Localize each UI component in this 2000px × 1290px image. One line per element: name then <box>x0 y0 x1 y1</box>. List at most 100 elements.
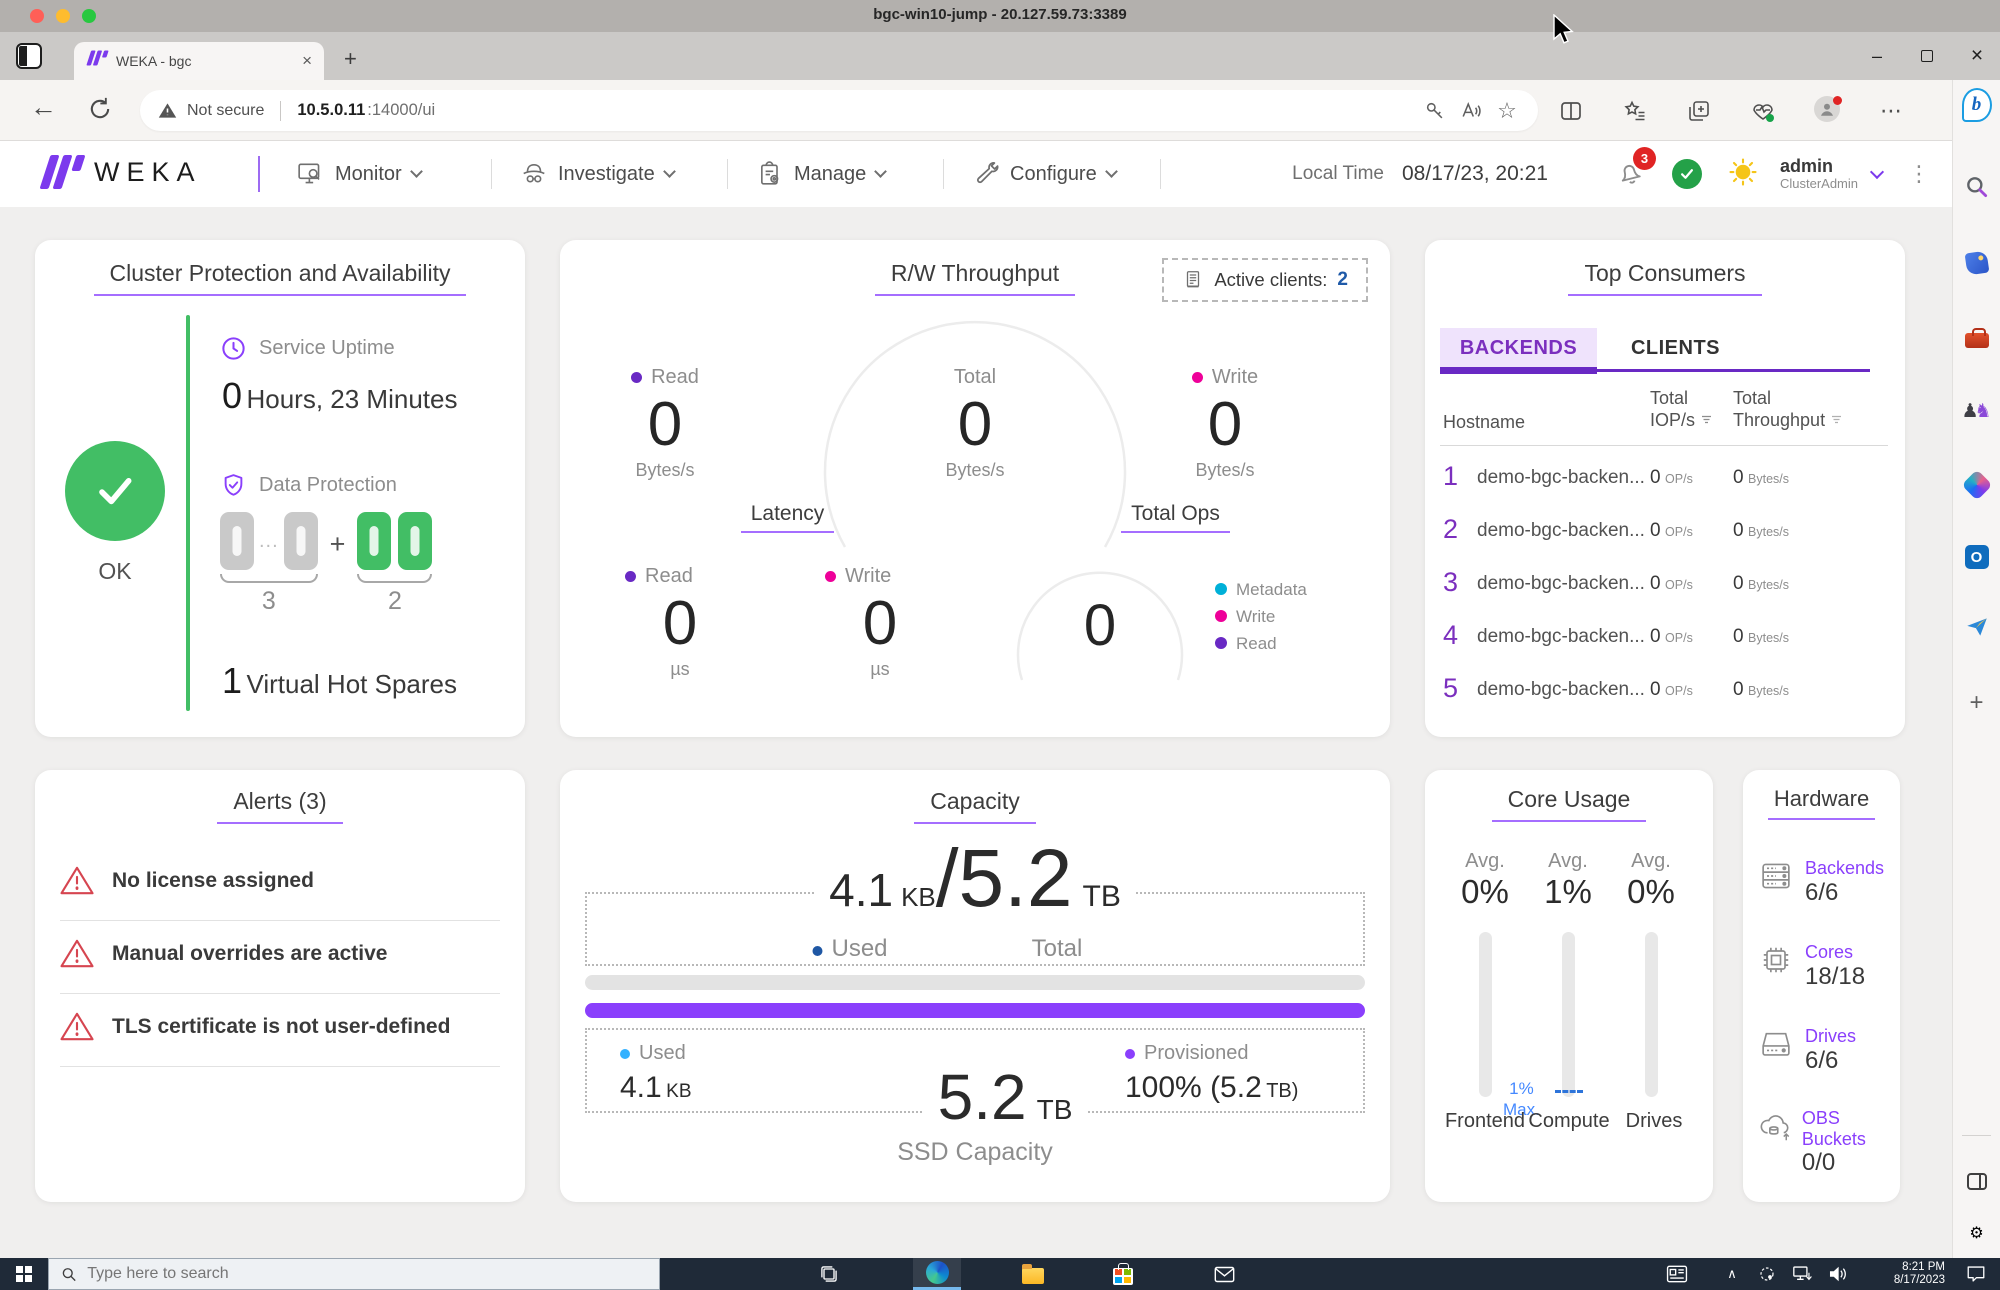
weka-brand[interactable]: WEKA <box>39 155 202 189</box>
browser-tab[interactable]: WEKA - bgc × <box>74 42 324 80</box>
sort-icon <box>1832 415 1842 424</box>
split-screen-icon[interactable] <box>1558 98 1584 124</box>
action-center-button[interactable] <box>1954 1258 1998 1290</box>
copilot-icon[interactable]: b <box>1961 88 1992 122</box>
table-row[interactable]: 2 demo-bgc-backen... 0 OP/s 0 Bytes/s <box>1425 508 1905 558</box>
active-clients-box[interactable]: Active clients: 2 <box>1162 258 1368 302</box>
url-host: 10.5.0.11 <box>297 101 366 119</box>
workspaces-icon[interactable] <box>16 43 42 69</box>
drives-usage-bar <box>1645 932 1658 1097</box>
read-dot-icon <box>1215 637 1227 649</box>
microsoft-365-icon[interactable] <box>1960 469 1993 501</box>
capacity-card: Capacity 4.1 KB /5.2 TB Used Total Used … <box>560 770 1390 1202</box>
hardware-label: Drives <box>1805 1026 1857 1046</box>
shopping-icon[interactable] <box>1962 248 1992 278</box>
address-bar[interactable]: Not secure 10.5.0.11 :14000/ui ☆ <box>140 90 1538 131</box>
profile-avatar[interactable] <box>1814 96 1842 122</box>
menu-manage[interactable]: Manage <box>757 141 888 207</box>
row-hostname: demo-bgc-backen... <box>1477 679 1645 700</box>
tab-backends[interactable]: BACKENDS <box>1440 328 1597 374</box>
back-icon[interactable]: ← <box>30 92 57 123</box>
hardware-item-drives[interactable]: Drives 6/6 <box>1757 1026 1856 1075</box>
protection-stripes: ... 3 + 2 <box>220 512 433 616</box>
frontend-label: Frontend <box>1444 1110 1526 1132</box>
tray-capture-icon[interactable] <box>1750 1258 1784 1290</box>
settings-more-icon[interactable]: ⋯ <box>1878 98 1904 124</box>
browser-essentials-icon[interactable] <box>1750 98 1776 124</box>
frontend-usage-bar <box>1479 932 1492 1097</box>
widgets-news-button[interactable] <box>1653 1258 1701 1290</box>
cluster-status-check-icon[interactable] <box>1671 159 1702 189</box>
hardware-item-backends[interactable]: Backends 6/6 <box>1757 858 1884 907</box>
parity-stripes-count: 2 <box>388 587 402 615</box>
window-minimize-button[interactable]: – <box>1854 32 1900 80</box>
ssd-total-unit: TB <box>1036 1094 1073 1125</box>
table-row[interactable]: 3 demo-bgc-backen... 0 OP/s 0 Bytes/s <box>1425 561 1905 611</box>
col-total-throughput[interactable]: Total Throughput <box>1733 388 1843 432</box>
theme-sun-icon[interactable] <box>1728 157 1758 192</box>
ssd-caption: SSD Capacity <box>897 1138 1053 1166</box>
not-secure-warning-icon <box>158 103 177 118</box>
tray-volume-icon[interactable] <box>1820 1258 1856 1290</box>
sidebar-add-icon[interactable]: + <box>1962 688 1992 718</box>
tab-close-icon[interactable]: × <box>302 51 312 71</box>
tray-network-icon[interactable] <box>1784 1258 1820 1290</box>
notifications-button[interactable]: 3 <box>1614 146 1656 192</box>
hardware-item-obs-buckets[interactable]: OBS Buckets 0/0 <box>1757 1108 1900 1177</box>
sidebar-panel-icon[interactable] <box>1962 1166 1992 1196</box>
drives-label: Drives <box>1625 1110 1683 1132</box>
user-menu[interactable]: admin ClusterAdmin <box>1780 156 1858 191</box>
outlook-icon[interactable]: O <box>1962 542 1992 572</box>
collections-icon[interactable] <box>1686 98 1712 124</box>
provisioned-label: Provisioned <box>1144 1042 1249 1064</box>
data-brace <box>220 574 318 583</box>
menu-configure[interactable]: Configure <box>973 141 1118 207</box>
nav-overflow-icon[interactable]: ⋮ <box>1908 161 1930 187</box>
cluster-ok-check-icon <box>65 441 165 541</box>
taskbar-clock[interactable]: 8:21 PM 8/17/2023 <box>1894 1261 1945 1287</box>
start-button[interactable] <box>0 1258 48 1290</box>
alert-text: No license assigned <box>112 868 314 892</box>
read-aloud-icon[interactable] <box>1458 98 1484 124</box>
mail-icon <box>1214 1266 1234 1282</box>
tab-clients[interactable]: CLIENTS <box>1597 328 1754 369</box>
menu-investigate[interactable]: Investigate <box>520 141 676 207</box>
capacity-headline: 4.1 KB /5.2 TB <box>815 838 1135 919</box>
task-view-button[interactable] <box>805 1258 853 1290</box>
table-row[interactable]: 4 demo-bgc-backen... 0 OP/s 0 Bytes/s <box>1425 614 1905 664</box>
sidebar-search-icon[interactable] <box>1962 172 1992 202</box>
col-hostname[interactable]: Hostname <box>1443 412 1525 434</box>
drop-icon[interactable] <box>1962 612 1992 642</box>
window-restore-button[interactable] <box>1904 32 1950 80</box>
taskbar-edge-button[interactable] <box>913 1258 961 1290</box>
metric-unit: Bytes/s <box>1195 460 1255 480</box>
new-tab-icon[interactable]: + <box>344 46 357 72</box>
table-row[interactable]: 1 demo-bgc-backen... 0 OP/s 0 Bytes/s <box>1425 455 1905 505</box>
favorites-icon[interactable] <box>1622 98 1648 124</box>
tools-icon[interactable] <box>1962 322 1992 352</box>
hardware-item-cores[interactable]: Cores 18/18 <box>1757 942 1865 991</box>
plus-sign: + <box>329 528 346 559</box>
taskbar-mail-button[interactable] <box>1200 1258 1248 1290</box>
tray-chevron-up-icon[interactable]: ∧ <box>1715 1258 1749 1290</box>
alert-item[interactable]: TLS certificate is not user-defined <box>60 1011 450 1042</box>
sidebar-settings-gear-icon[interactable]: ⚙ <box>1962 1218 1992 1248</box>
user-chevron-down-icon[interactable] <box>1869 164 1885 180</box>
refresh-icon[interactable] <box>86 95 114 128</box>
search-input[interactable] <box>87 1265 647 1283</box>
taskbar-search[interactable] <box>48 1258 660 1290</box>
monitor-icon <box>298 163 320 184</box>
menu-monitor[interactable]: Monitor <box>297 141 423 207</box>
taskbar-file-explorer-button[interactable] <box>1009 1258 1057 1290</box>
alert-item[interactable]: Manual overrides are active <box>60 938 387 969</box>
table-row[interactable]: 5 demo-bgc-backen... 0 OP/s 0 Bytes/s <box>1425 667 1905 717</box>
games-icon[interactable]: ♟ ♞ <box>1961 396 1991 426</box>
data-stripe-block <box>220 512 254 570</box>
alert-item[interactable]: No license assigned <box>60 865 314 896</box>
profile-alert-dot <box>1833 96 1842 105</box>
taskbar-store-button[interactable] <box>1099 1258 1147 1290</box>
favorite-star-icon[interactable]: ☆ <box>1494 98 1520 124</box>
window-close-button[interactable]: × <box>1954 32 2000 80</box>
password-key-icon[interactable] <box>1422 98 1448 124</box>
col-total-iops[interactable]: Total IOP/s <box>1650 388 1713 432</box>
